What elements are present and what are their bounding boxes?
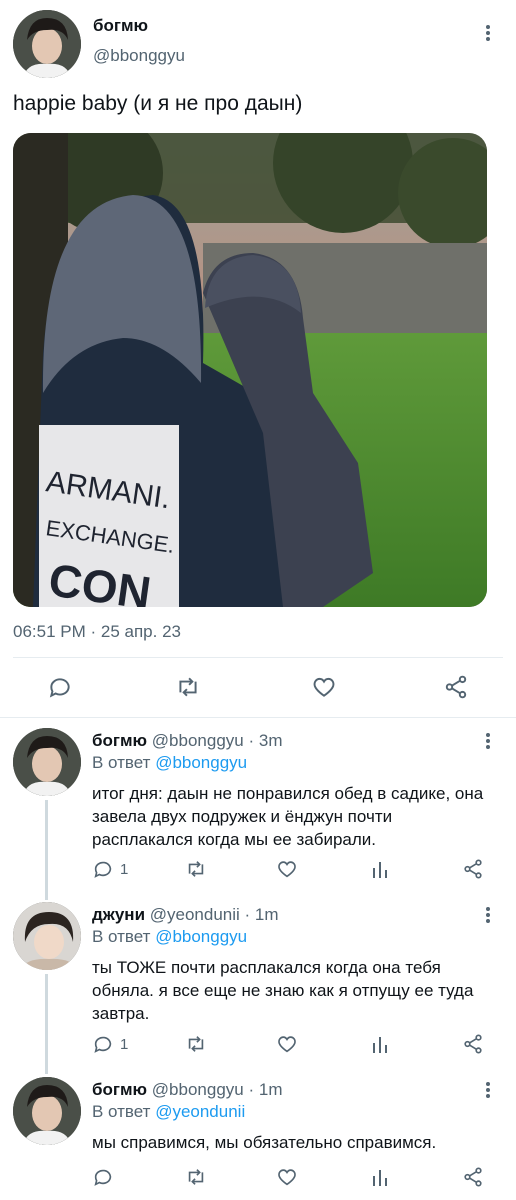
divider [13,657,503,658]
like-icon[interactable] [276,858,298,885]
reply-author-handle[interactable]: @bbonggyu [152,731,244,750]
stats-icon[interactable] [370,1033,390,1060]
like-icon[interactable] [276,1166,298,1193]
retweet-icon[interactable] [184,858,208,885]
reply-author-name[interactable]: богмю [92,1080,147,1099]
reply-text: итог дня: даын не понравился обед в сади… [92,784,484,849]
more-vertical-icon[interactable] [477,1079,499,1101]
more-vertical-icon[interactable] [477,22,499,44]
retweet-icon[interactable] [184,1033,208,1060]
more-vertical-icon[interactable] [477,730,499,752]
more-vertical-icon[interactable] [477,904,499,926]
reply-button[interactable] [92,1166,120,1188]
reply-author-avatar[interactable] [13,902,81,970]
reply-time[interactable]: · 1m [248,1080,282,1099]
reply-author-handle[interactable]: @yeondunii [150,905,240,924]
reply-icon [94,1169,112,1186]
reply-to-handle[interactable]: @bbonggyu [155,927,247,946]
share-icon[interactable] [443,674,469,705]
main-author-avatar[interactable] [13,10,81,78]
reply-header: джуни @yeondunii · 1m [92,905,279,925]
reply-author-handle[interactable]: @bbonggyu [152,1080,244,1099]
thread-line [45,800,48,900]
reply-header: богмю @bbonggyu · 3m [92,731,282,751]
reply-author-avatar[interactable] [13,1077,81,1145]
reply-icon [94,1036,112,1053]
reply-text: мы справимся, мы обязательно справимся. [92,1133,437,1152]
main-author-handle[interactable]: @bbonggyu [93,46,185,66]
reply-icon[interactable] [47,674,73,705]
reply-count: 1 [120,860,129,878]
tweet-photo[interactable]: ARMANI. EXCHANGE. CON [13,133,487,607]
reply-time[interactable]: · 3m [248,731,282,750]
tweet-timestamp[interactable]: 06:51 PM · 25 апр. 23 [13,622,181,642]
stats-icon[interactable] [370,1166,390,1193]
reply-author-name[interactable]: богмю [92,731,147,750]
reply-icon [94,861,112,878]
reply-time[interactable]: · 1m [245,905,279,924]
reply-author-avatar[interactable] [13,728,81,796]
reply-header: богмю @bbonggyu · 1m [92,1080,282,1100]
reply-prefix: В ответ [92,927,151,946]
main-author-name[interactable]: богмю [93,16,148,36]
reply-to-handle[interactable]: @yeondunii [155,1102,245,1121]
reply-text: ты ТОЖЕ почти расплакался когда она тебя… [92,958,474,1023]
reply-button[interactable]: 1 [92,858,128,880]
reply-count: 1 [120,1035,129,1053]
share-icon[interactable] [462,858,484,885]
thread-line [45,974,48,1074]
reply-to-handle[interactable]: @bbonggyu [155,753,247,772]
reply-button[interactable]: 1 [92,1033,128,1055]
like-icon[interactable] [311,674,337,705]
reply-context: В ответ @bbonggyu [92,927,247,947]
reply-prefix: В ответ [92,753,151,772]
reply-author-name[interactable]: джуни [92,905,145,924]
retweet-icon[interactable] [174,674,202,705]
reply-prefix: В ответ [92,1102,151,1121]
main-tweet-text: happie baby (и я не про даын) [13,92,303,115]
share-icon[interactable] [462,1166,484,1193]
reply-context: В ответ @yeondunii [92,1102,245,1122]
share-icon[interactable] [462,1033,484,1060]
retweet-icon[interactable] [184,1166,208,1193]
like-icon[interactable] [276,1033,298,1060]
reply-context: В ответ @bbonggyu [92,753,247,773]
stats-icon[interactable] [370,858,390,885]
divider [0,717,516,718]
